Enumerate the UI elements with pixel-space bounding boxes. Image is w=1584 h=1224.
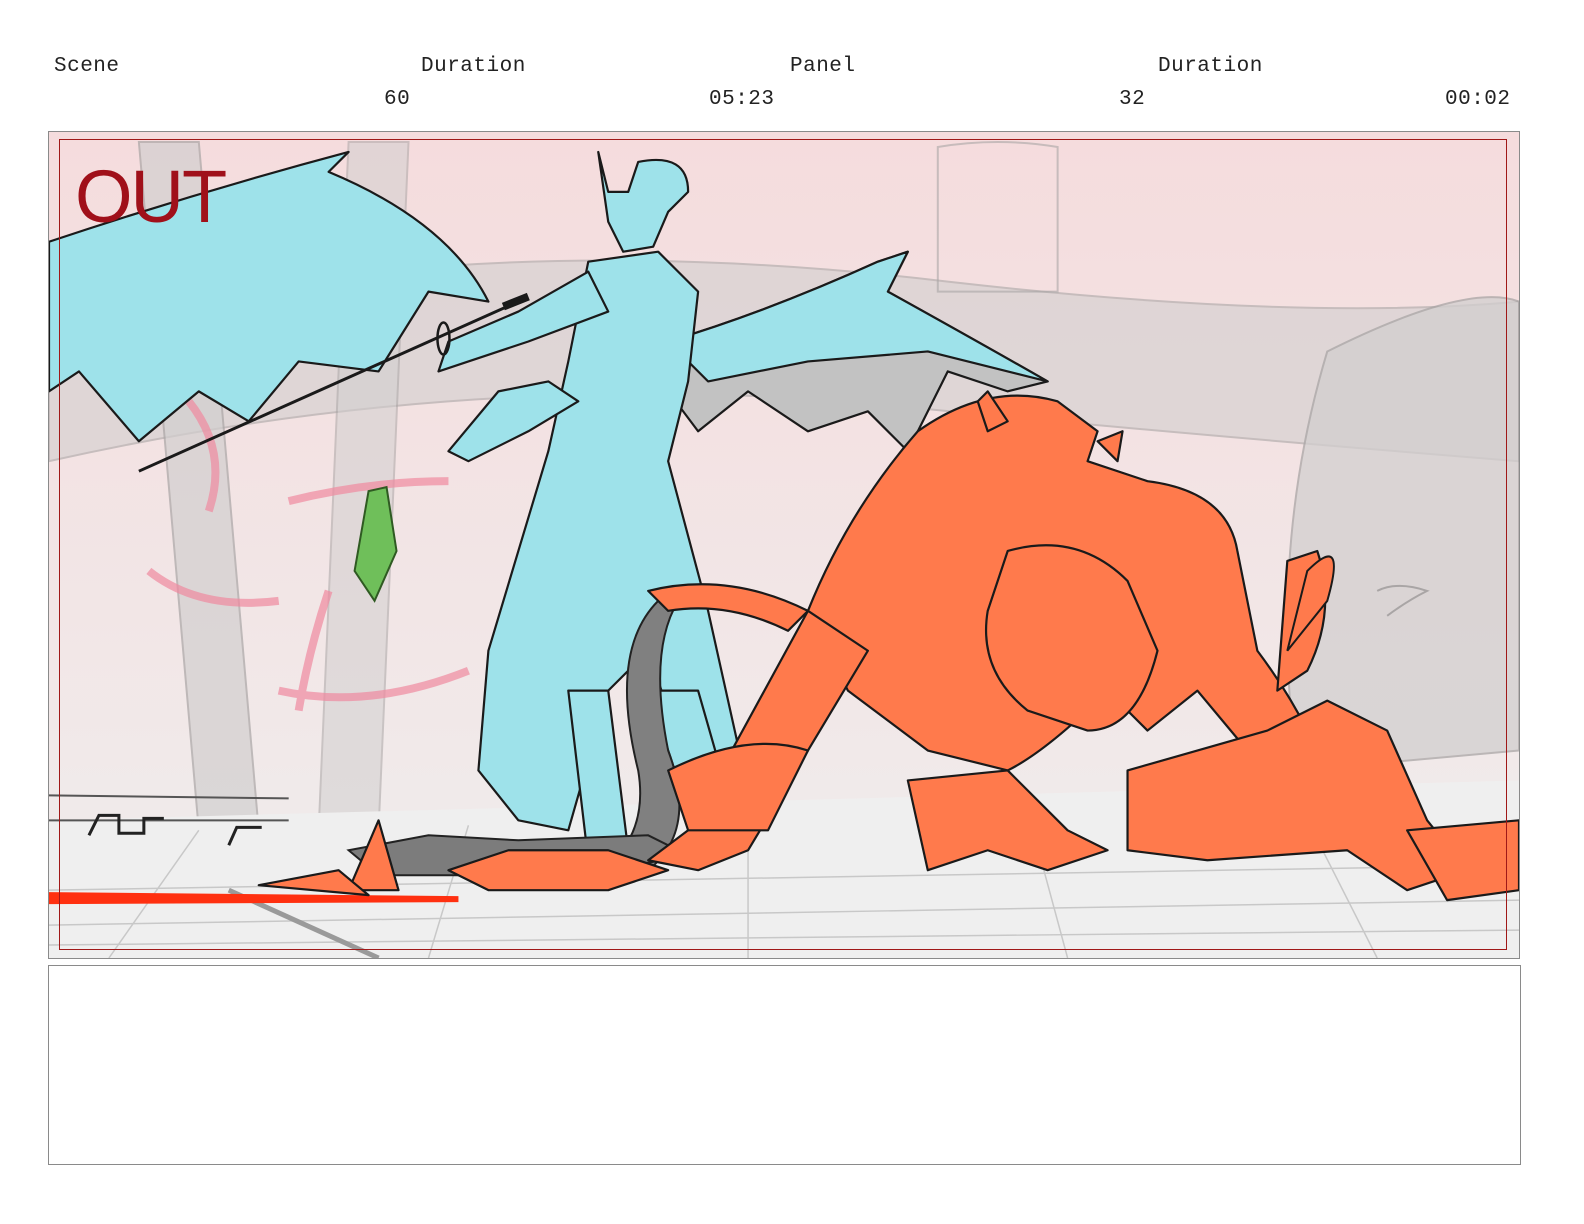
panel-number: 32 bbox=[1119, 88, 1146, 111]
scene-label: Scene bbox=[54, 55, 120, 78]
panel-duration-value: 00:02 bbox=[1445, 88, 1511, 111]
scene-number: 60 bbox=[384, 88, 411, 111]
panel-sketch bbox=[49, 132, 1519, 958]
panel-label: Panel bbox=[790, 55, 856, 78]
panel-duration-label: Duration bbox=[1158, 55, 1263, 78]
scene-duration-value: 05:23 bbox=[709, 88, 775, 111]
panel-notes-box[interactable] bbox=[48, 965, 1521, 1165]
storyboard-panel: OUT bbox=[48, 131, 1520, 959]
out-overlay-label: OUT bbox=[75, 155, 227, 238]
scene-duration-label: Duration bbox=[421, 55, 526, 78]
